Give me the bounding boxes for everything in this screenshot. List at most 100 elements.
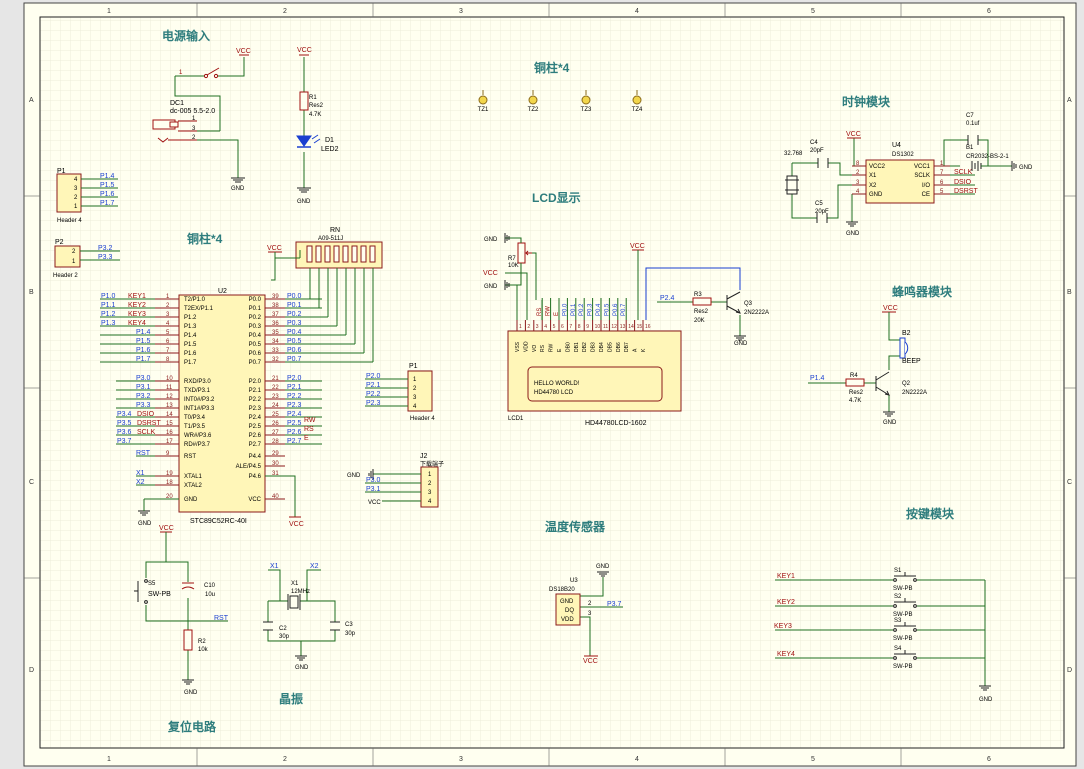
lcd-pin-num: 3 [536, 324, 539, 330]
mcu-right-net: P0.7 [287, 356, 302, 363]
j2-vcc-label: VCC [368, 500, 381, 506]
c5-value: 20pF [815, 209, 829, 215]
r7-ref: R7 [508, 256, 516, 262]
standoff-label: TZ4 [632, 107, 643, 113]
r1-vcc-label: VCC [297, 47, 312, 54]
u3-pin-vdd: VDD [561, 617, 574, 623]
mcu-right-pin-num: 36 [272, 321, 279, 327]
key-model: SW-PB [893, 664, 913, 670]
rn-ref: RN [330, 227, 340, 234]
mcu-right-pin-num: 30 [272, 461, 279, 467]
lcd-pin-num: 9 [586, 324, 589, 330]
lcd-net-p24: P2.4 [660, 295, 675, 302]
lcd-pin-num: 13 [620, 324, 626, 330]
u3-ref: U3 [570, 578, 578, 584]
lcd-gnd-label-1: GND [484, 237, 498, 243]
mcu-left-net: P1.1 [101, 302, 116, 309]
mcu-left-pin-num: 10 [166, 376, 173, 382]
mcu-right-net: P2.0 [287, 375, 302, 382]
standoff-pad [632, 95, 642, 105]
mcu-left-pin-name: WR#/P3.6 [184, 433, 212, 439]
p1b-net-p22: P2.2 [366, 391, 381, 398]
u4-right-pin-name: CE [922, 192, 930, 198]
mcu-rst-net: RST [136, 450, 151, 457]
mcu-right-net: P2.5 [287, 420, 302, 427]
p1b-body [407, 370, 433, 412]
col-label-top-1: 1 [107, 8, 111, 15]
mcu-left-pin-name: TXD/P3.1 [184, 388, 211, 394]
row-label-right-b: B [1067, 289, 1072, 296]
lcd-model: HD44780LCD-1602 [585, 420, 647, 427]
mcu-right-pin-num: 26 [272, 421, 279, 427]
q3-gnd-label: GND [734, 341, 748, 347]
r4-ref: R4 [850, 373, 858, 379]
mcu-gnd-label: GND [138, 521, 152, 527]
c2-value: 30p [279, 634, 290, 640]
p2-ref: P2 [55, 239, 64, 246]
standoff-label: TZ3 [581, 107, 592, 113]
mcu-right-net: P0.1 [287, 302, 302, 309]
mcu-right-pin-name: P4.6 [249, 474, 262, 480]
crystal-net-x2: X2 [310, 563, 319, 570]
section-title-standoff-left: 铜柱*4 [187, 231, 223, 246]
key-ref: S3 [894, 618, 902, 624]
x1-ref: X1 [291, 581, 299, 587]
r3-value: 20K [694, 318, 705, 324]
lcd-screen-line1: HELLO WORLD! [534, 381, 580, 387]
r1-resistor [299, 91, 309, 111]
c7-ref: C7 [966, 113, 974, 119]
mcu-left-net: P3.4 [117, 411, 132, 418]
mcu-left-pin-num: 18 [166, 480, 173, 486]
u3-pin-dq: DQ [565, 608, 574, 614]
mcu-right-pin-num: 32 [272, 357, 279, 363]
b1-gnd-label: GND [1019, 165, 1033, 171]
mcu-left-net: P3.2 [136, 393, 151, 400]
mcu-right-pin-name: P0.0 [249, 297, 262, 303]
p2-net-p32: P3.2 [98, 245, 113, 252]
key-ref: S1 [894, 568, 902, 574]
mcu-right-pin-name: P4.4 [249, 454, 262, 460]
mcu-right-pin-num: 40 [272, 494, 279, 500]
mcu-left-pin-num: 12 [166, 394, 173, 400]
u4-left-pin-name: X1 [869, 173, 877, 179]
key-net-label: KEY1 [777, 573, 795, 580]
mcu-left-pin-name: RD#/P3.7 [184, 442, 211, 448]
mcu-right-pin-num: 24 [272, 403, 279, 409]
mcu-right-net: P0.5 [287, 338, 302, 345]
mcu-right-pin-num: 29 [272, 451, 279, 457]
lcd-bus-net: E [554, 312, 560, 316]
mcu-vcc-label: VCC [289, 521, 304, 528]
mcu-right-net: P0.2 [287, 311, 302, 318]
mcu-right-net: P0.3 [287, 320, 302, 327]
rn-element [369, 245, 376, 263]
lcd-bus-net: P0.4 [596, 303, 602, 316]
buzzer-net-p14: P1.4 [810, 375, 825, 382]
lcd-pin-num: 14 [628, 324, 634, 330]
clock-vcc-label: VCC [846, 131, 861, 138]
lcd-pin-num: 5 [553, 324, 556, 330]
p1b-net-p21: P2.1 [366, 382, 381, 389]
mcu-left-pin-num: 11 [166, 385, 173, 391]
lcd-pin-num: 1 [519, 324, 522, 330]
standoff-label: TZ1 [478, 107, 489, 113]
p1-model: Header 4 [57, 218, 82, 224]
lcd-pin-name: DB6 [616, 342, 622, 352]
mcu-right-pin-num: 28 [272, 439, 279, 445]
col-label-bottom-2: 2 [283, 756, 287, 763]
mcu-right-signal-rs: RS [304, 426, 314, 433]
col-label-top-5: 5 [811, 8, 815, 15]
c3-value: 30p [345, 631, 356, 637]
mcu-right-pin-name: P0.6 [249, 351, 262, 357]
mcu-left-pin-name: XTAL1 [184, 474, 203, 480]
lcd-pin-num: 8 [578, 324, 581, 330]
clock-crystal [786, 175, 798, 195]
rn-element [324, 245, 331, 263]
mcu-left-pin-num: 17 [166, 439, 173, 445]
mcu-left-pin-num: 16 [166, 430, 173, 436]
j2-gnd-label: GND [347, 473, 361, 479]
lcd-vcc-label-top: VCC [630, 243, 645, 250]
crystal-gnd-label: GND [295, 665, 309, 671]
mcu-right-pin-num: 35 [272, 330, 279, 336]
j2-net-p30: P3.0 [366, 477, 381, 484]
lcd-screen-line2: HD44780 LCD [534, 390, 574, 396]
